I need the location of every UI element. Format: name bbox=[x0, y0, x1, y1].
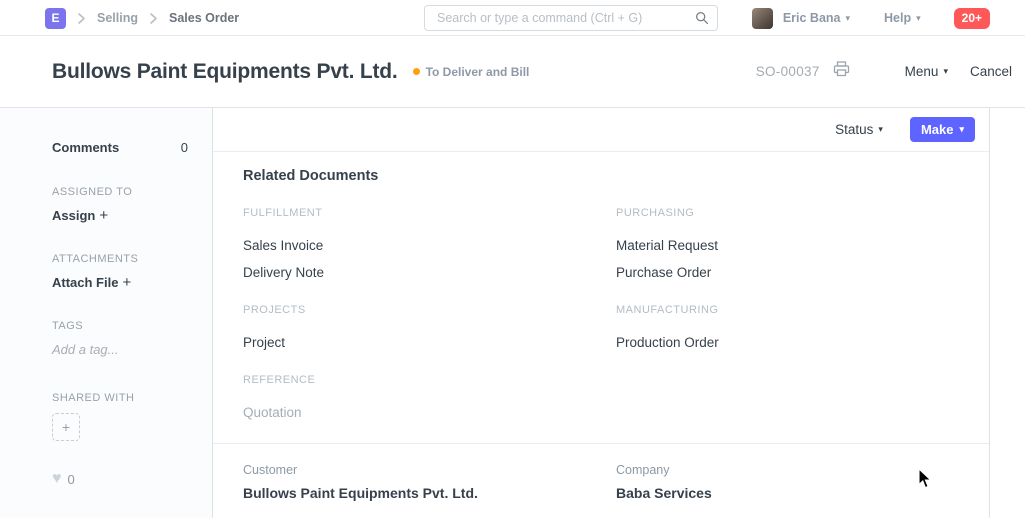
page-head: Bullows Paint Equipments Pvt. Ltd. To De… bbox=[0, 36, 1025, 108]
navbar: E Selling Sales Order Eric Bana ▾ Help ▾… bbox=[0, 0, 1025, 36]
cancel-button[interactable]: Cancel bbox=[970, 64, 1012, 79]
user-menu[interactable]: Eric Bana bbox=[783, 11, 841, 25]
projects-label: PROJECTS bbox=[243, 304, 306, 316]
global-search bbox=[424, 5, 718, 31]
page-title: Bullows Paint Equipments Pvt. Ltd. bbox=[52, 60, 398, 84]
comments-row: Comments 0 bbox=[52, 140, 188, 155]
assign-button-label: Assign bbox=[52, 208, 95, 223]
link-project[interactable]: Project bbox=[243, 335, 285, 351]
company-field-label: Company bbox=[616, 463, 670, 477]
reference-label: REFERENCE bbox=[243, 374, 315, 386]
likes-count: 0 bbox=[68, 472, 75, 487]
search-input[interactable] bbox=[424, 5, 718, 31]
section-divider bbox=[213, 443, 989, 444]
manufacturing-label: MANUFACTURING bbox=[616, 304, 718, 316]
make-button-label: Make bbox=[921, 122, 954, 137]
tags-label: TAGS bbox=[52, 320, 83, 332]
printer-icon bbox=[833, 61, 850, 82]
attachments-label: ATTACHMENTS bbox=[52, 253, 138, 265]
attach-file-button[interactable]: Attach File + bbox=[52, 274, 131, 291]
add-tag-input[interactable]: Add a tag... bbox=[52, 342, 119, 357]
menu-button-label: Menu bbox=[905, 64, 939, 79]
caret-down-icon: ▾ bbox=[959, 124, 964, 135]
print-button[interactable] bbox=[833, 61, 850, 82]
user-avatar[interactable] bbox=[752, 8, 773, 29]
link-material-request[interactable]: Material Request bbox=[616, 238, 718, 254]
form-sidebar: Comments 0 ASSIGNED TO Assign + ATTACHMEN… bbox=[0, 108, 213, 518]
status-dropdown[interactable]: Status ▾ bbox=[835, 122, 883, 137]
form-toolbar: Status ▾ Make ▾ bbox=[213, 108, 989, 152]
comments-count: 0 bbox=[181, 140, 188, 155]
shared-with-label: SHARED WITH bbox=[52, 392, 135, 404]
purchasing-label: PURCHASING bbox=[616, 207, 694, 219]
navbar-right: Eric Bana ▾ Help ▾ 20+ bbox=[752, 0, 990, 36]
link-quotation[interactable]: Quotation bbox=[243, 405, 302, 421]
plus-icon: + bbox=[62, 419, 70, 435]
link-purchase-order[interactable]: Purchase Order bbox=[616, 265, 711, 281]
form-area: Related Documents FULFILLMENT PURCHASING… bbox=[213, 152, 989, 518]
mouse-cursor bbox=[918, 468, 932, 494]
breadcrumb: E Selling Sales Order bbox=[45, 0, 239, 36]
chevron-right-icon bbox=[150, 13, 157, 24]
caret-down-icon: ▾ bbox=[943, 66, 948, 77]
app-window: E Selling Sales Order Eric Bana ▾ Help ▾… bbox=[0, 0, 1025, 518]
heart-icon[interactable]: ♥ bbox=[52, 471, 62, 487]
assigned-to-label: ASSIGNED TO bbox=[52, 186, 132, 198]
plus-icon: + bbox=[99, 207, 108, 224]
status-dot-icon bbox=[413, 68, 420, 75]
add-share-button[interactable]: + bbox=[52, 413, 80, 441]
page-body: Comments 0 ASSIGNED TO Assign + ATTACHMEN… bbox=[0, 108, 1025, 518]
caret-down-icon: ▾ bbox=[878, 124, 883, 135]
link-production-order[interactable]: Production Order bbox=[616, 335, 719, 351]
breadcrumb-sales-order[interactable]: Sales Order bbox=[169, 11, 239, 25]
caret-down-icon[interactable]: ▾ bbox=[845, 13, 850, 24]
fulfillment-label: FULFILLMENT bbox=[243, 207, 322, 219]
customer-field-label: Customer bbox=[243, 463, 297, 477]
search-icon bbox=[695, 11, 709, 30]
caret-down-icon[interactable]: ▾ bbox=[916, 13, 921, 24]
link-sales-invoice[interactable]: Sales Invoice bbox=[243, 238, 323, 254]
status-indicator-label: To Deliver and Bill bbox=[426, 65, 530, 79]
assign-button[interactable]: Assign + bbox=[52, 207, 108, 224]
plus-icon: + bbox=[122, 274, 131, 291]
app-logo-letter: E bbox=[51, 11, 59, 25]
status-dropdown-label: Status bbox=[835, 122, 873, 137]
company-field-value[interactable]: Baba Services bbox=[616, 485, 712, 501]
link-delivery-note[interactable]: Delivery Note bbox=[243, 265, 324, 281]
like-row: ♥ 0 bbox=[52, 471, 75, 487]
menu-button[interactable]: Menu ▾ bbox=[905, 64, 948, 79]
help-menu[interactable]: Help bbox=[884, 11, 911, 25]
attach-file-button-label: Attach File bbox=[52, 275, 118, 290]
comments-link[interactable]: Comments bbox=[52, 140, 119, 155]
chevron-right-icon bbox=[78, 13, 85, 24]
app-logo[interactable]: E bbox=[45, 8, 66, 29]
status-indicator: To Deliver and Bill bbox=[413, 65, 530, 79]
make-button[interactable]: Make ▾ bbox=[910, 117, 975, 142]
form-main: Status ▾ Make ▾ Related Documents FULFIL… bbox=[213, 108, 990, 518]
breadcrumb-selling[interactable]: Selling bbox=[97, 11, 138, 25]
related-documents-heading: Related Documents bbox=[243, 168, 378, 184]
document-id: SO-00037 bbox=[756, 64, 820, 79]
customer-field-value[interactable]: Bullows Paint Equipments Pvt. Ltd. bbox=[243, 485, 478, 501]
notifications-badge[interactable]: 20+ bbox=[954, 8, 990, 29]
